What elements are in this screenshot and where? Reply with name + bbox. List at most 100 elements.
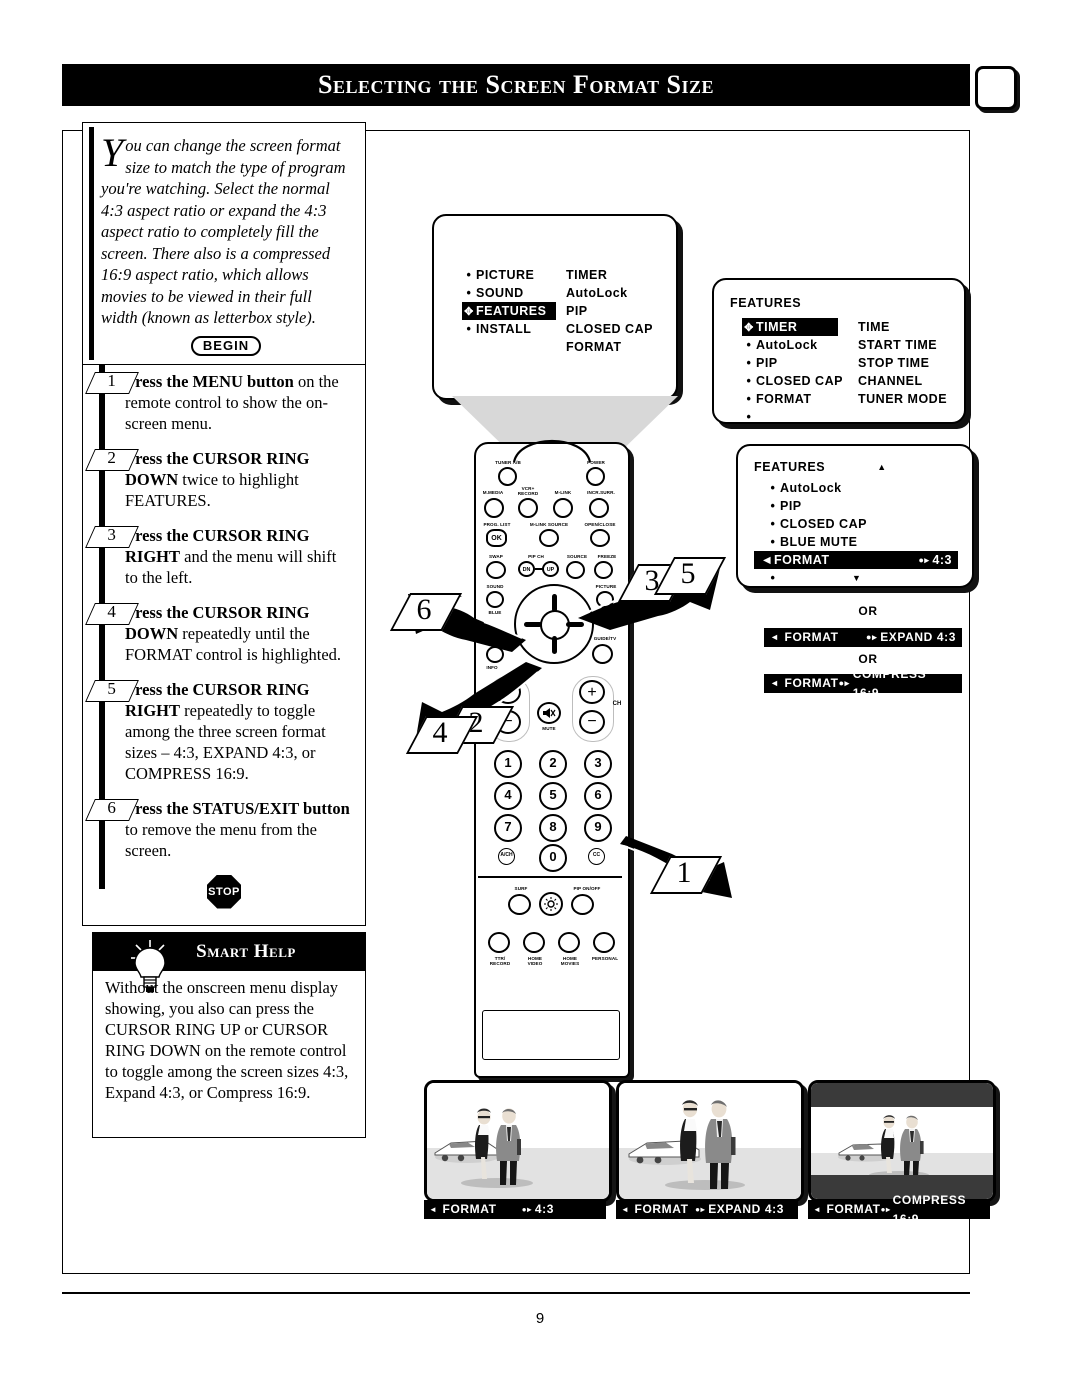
right-arrow-icon: ●▸ xyxy=(838,678,850,688)
remote-label-pip-ch: PIP CH xyxy=(528,554,544,559)
osd-main-item-picture[interactable]: • PICTURE xyxy=(462,266,566,284)
remote-button-vcr-record[interactable] xyxy=(518,498,538,518)
bullet-icon: • xyxy=(746,356,752,370)
remote-label-source: SOURCE xyxy=(566,554,588,559)
osd-ff-item-format[interactable]: ◄ FORMAT ●▸ 4:3 xyxy=(754,551,958,569)
osd-row: • xyxy=(742,408,964,426)
remote-label-swap: SWAP xyxy=(489,554,503,559)
osd-row: • AutoLock START TIME xyxy=(742,336,964,354)
remote-label-mlink-source: M-LINK SOURCE xyxy=(529,522,569,527)
preview-panel-compress xyxy=(808,1080,996,1202)
step-5: 5 Press the CURSOR RING RIGHT repeatedly… xyxy=(85,679,353,784)
left-arrow-icon: ◄ xyxy=(621,1205,630,1214)
smart-help-title: Smart Help xyxy=(196,941,296,962)
osd-main-label-sound: SOUND xyxy=(476,286,524,300)
osd-main-item-install[interactable]: • INSTALL xyxy=(462,320,566,338)
remote-key-2[interactable]: 2 xyxy=(539,750,567,778)
preview-artwork-expand xyxy=(628,1100,745,1190)
step-number-wrap: 3 xyxy=(86,524,137,546)
osd-ft-right-channel: CHANNEL xyxy=(858,374,923,388)
remote-button-open-close[interactable] xyxy=(590,529,610,547)
cursor-ring-icon: ✥ xyxy=(744,322,754,334)
osd-main-label-picture: PICTURE xyxy=(476,268,535,282)
remote-label-open-close: OPEN/CLOSE xyxy=(584,522,616,527)
remote-button-tuner-ab[interactable] xyxy=(498,467,517,486)
remote-button-ttr-record[interactable] xyxy=(488,932,510,953)
remote-button-mlink-source[interactable] xyxy=(539,529,559,547)
scroll-down-arrow-icon: ▼ xyxy=(852,573,862,583)
osd-row: • FORMAT TUNER MODE xyxy=(742,390,964,408)
smart-help-box: Smart Help Without the onscreen menu dis… xyxy=(92,932,366,1138)
remote-button-surf[interactable] xyxy=(508,894,531,915)
remote-button-channel-down[interactable]: − xyxy=(579,710,605,734)
remote-label-home-movies: HOME MOVIES xyxy=(560,956,580,966)
left-arrow-icon: ◄ xyxy=(429,1205,438,1214)
osd-ff-item-autolock[interactable]: • AutoLock xyxy=(766,479,972,497)
remote-button-mlink[interactable] xyxy=(553,498,573,518)
step-1-bold: Press the MENU button xyxy=(125,371,294,391)
step-number: 1 xyxy=(107,370,116,390)
remote-button-incr-surr[interactable] xyxy=(589,498,609,518)
callout-1-number: 1 xyxy=(676,856,692,889)
remote-button-home-video[interactable] xyxy=(523,932,545,953)
bullet-icon: • xyxy=(746,410,752,424)
begin-marker: BEGIN xyxy=(101,335,351,356)
remote-key-7[interactable]: 7 xyxy=(494,814,522,842)
osd-main-item-features[interactable]: ✥ FEATURES xyxy=(462,302,556,320)
step-number-wrap: 4 xyxy=(86,602,137,623)
step-number-wrap: 5 xyxy=(86,679,137,700)
remote-key-cc[interactable]: CC xyxy=(588,848,605,865)
remote-button-power[interactable] xyxy=(586,467,605,486)
step-number: 3 xyxy=(107,524,116,544)
left-arrow-icon: ◄ xyxy=(813,1205,822,1214)
osd-row: • PIP STOP TIME xyxy=(742,354,964,372)
osd-ff-value-format: 4:3 xyxy=(932,553,952,567)
osd-ff-item-bluemute[interactable]: • BLUE MUTE xyxy=(766,533,972,551)
step-number-wrap: 2 xyxy=(86,448,137,469)
osd-ft-item-closedcap[interactable]: • CLOSED CAP xyxy=(742,372,858,390)
remote-key-a-ch[interactable]: A/CH xyxy=(498,848,515,865)
osd-ff-item-closedcap[interactable]: • CLOSED CAP xyxy=(766,515,972,533)
remote-button-ok[interactable]: OK xyxy=(486,529,507,547)
cursor-ring-down-arrow[interactable] xyxy=(551,636,557,654)
remote-key-9[interactable]: 9 xyxy=(584,814,612,842)
remote-key-5[interactable]: 5 xyxy=(539,782,567,810)
remote-button-channel-up[interactable]: + xyxy=(579,680,605,704)
remote-button-pipch-down[interactable]: DN xyxy=(518,561,535,577)
remote-button-swap[interactable] xyxy=(486,561,506,579)
remote-button-mmedia[interactable] xyxy=(484,498,504,518)
remote-key-0[interactable]: 0 xyxy=(539,844,567,872)
remote-key-3[interactable]: 3 xyxy=(584,750,612,778)
remote-button-pip-onoff[interactable] xyxy=(571,894,594,915)
osd-ff-label-closedcap: CLOSED CAP xyxy=(780,517,867,531)
remote-button-personal[interactable] xyxy=(593,932,615,953)
remote-key-1[interactable]: 1 xyxy=(494,750,522,778)
remote-key-8[interactable]: 8 xyxy=(539,814,567,842)
remote-key-6[interactable]: 6 xyxy=(584,782,612,810)
bullet-icon: • xyxy=(770,571,776,585)
remote-label-ttr-record: TTR/ RECORD xyxy=(489,956,511,966)
remote-button-pipch-up[interactable]: UP xyxy=(542,561,559,577)
osd-ft-item-timer[interactable]: ✥ TIMER xyxy=(742,318,838,336)
callout-5-number: 5 xyxy=(680,557,696,590)
osd-ft-item-format[interactable]: • FORMAT xyxy=(742,390,858,408)
osd-ft-item-pip[interactable]: • PIP xyxy=(742,354,858,372)
bullet-icon: • xyxy=(466,268,472,282)
osd-ft-item-autolock[interactable]: • AutoLock xyxy=(742,336,858,354)
preview-format-label-expand: FORMAT xyxy=(634,1202,689,1216)
format-bar-expand-label: FORMAT xyxy=(784,630,839,644)
remote-button-guide-tv[interactable] xyxy=(592,644,613,664)
step-6: 6 Press the STATUS/EXIT button to remove… xyxy=(85,798,353,861)
remote-label-power: POWER xyxy=(587,460,605,465)
left-arrow-icon: ◄ xyxy=(770,632,780,642)
osd-ff-label-format: FORMAT xyxy=(774,553,830,567)
osd-main-right-pip: PIP xyxy=(566,304,588,318)
remote-button-home-movies[interactable] xyxy=(558,932,580,953)
preview-format-bar-normal: ◄ FORMAT ●▸ 4:3 xyxy=(424,1200,606,1219)
cursor-ring-up-arrow[interactable] xyxy=(551,594,557,612)
osd-main-item-sound[interactable]: • SOUND xyxy=(462,284,566,302)
osd-ff-item-pip[interactable]: • PIP xyxy=(766,497,972,515)
osd-ft-right-starttime: START TIME xyxy=(858,338,938,352)
remote-key-4[interactable]: 4 xyxy=(494,782,522,810)
preview-format-bar-expand: ◄ FORMAT ●▸ EXPAND 4:3 xyxy=(616,1200,798,1219)
